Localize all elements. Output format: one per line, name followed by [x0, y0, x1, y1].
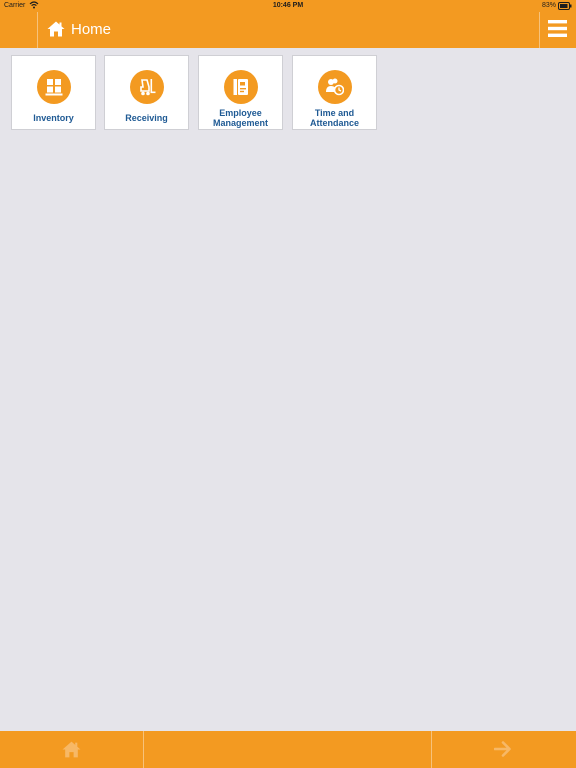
- tile-label-line-1: Time and: [314, 108, 355, 118]
- tile-label-line-1: Employee: [219, 108, 262, 118]
- tile-receiving[interactable]: Receiving: [104, 55, 189, 130]
- tile-inventory[interactable]: Inventory: [11, 55, 96, 130]
- toolbar-divider: [143, 731, 144, 768]
- forklift-icon: [140, 79, 156, 96]
- home-icon: [47, 21, 65, 42]
- tile-label-line-2: Attendance: [309, 118, 359, 128]
- tile-time-and-attendance[interactable]: Time and Attendance: [292, 55, 377, 130]
- status-bar: Carrier 10:46 PM 83%: [0, 0, 576, 12]
- tile-label: Receiving: [125, 113, 168, 123]
- tile-employee-management[interactable]: Employee Management: [198, 55, 283, 130]
- forward-button[interactable]: [432, 731, 576, 768]
- battery-icon: [558, 2, 572, 12]
- employee-badge-icon: [233, 79, 248, 95]
- tile-label-line-2: Management: [212, 118, 268, 128]
- nav-divider: [37, 12, 38, 48]
- home-icon: [62, 741, 81, 758]
- navigation-bar: Home: [0, 12, 576, 48]
- menu-button[interactable]: [540, 12, 576, 48]
- tile-icon-circle: [224, 70, 258, 104]
- arrow-right-icon: [494, 741, 511, 757]
- bottom-toolbar: [0, 731, 576, 768]
- tile-icon-circle: [130, 70, 164, 104]
- hamburger-menu-icon: [548, 20, 567, 37]
- people-clock-icon: [326, 78, 344, 96]
- page-title: Home: [71, 21, 112, 38]
- pallet-boxes-icon: [45, 79, 63, 96]
- tile-icon-circle: [318, 70, 352, 104]
- bottom-home-button[interactable]: [0, 731, 143, 768]
- battery-percentage: 83%: [541, 2, 556, 9]
- tile-icon-circle: [37, 70, 71, 104]
- tile-label: Inventory: [33, 113, 74, 123]
- status-time: 10:46 PM: [272, 2, 304, 9]
